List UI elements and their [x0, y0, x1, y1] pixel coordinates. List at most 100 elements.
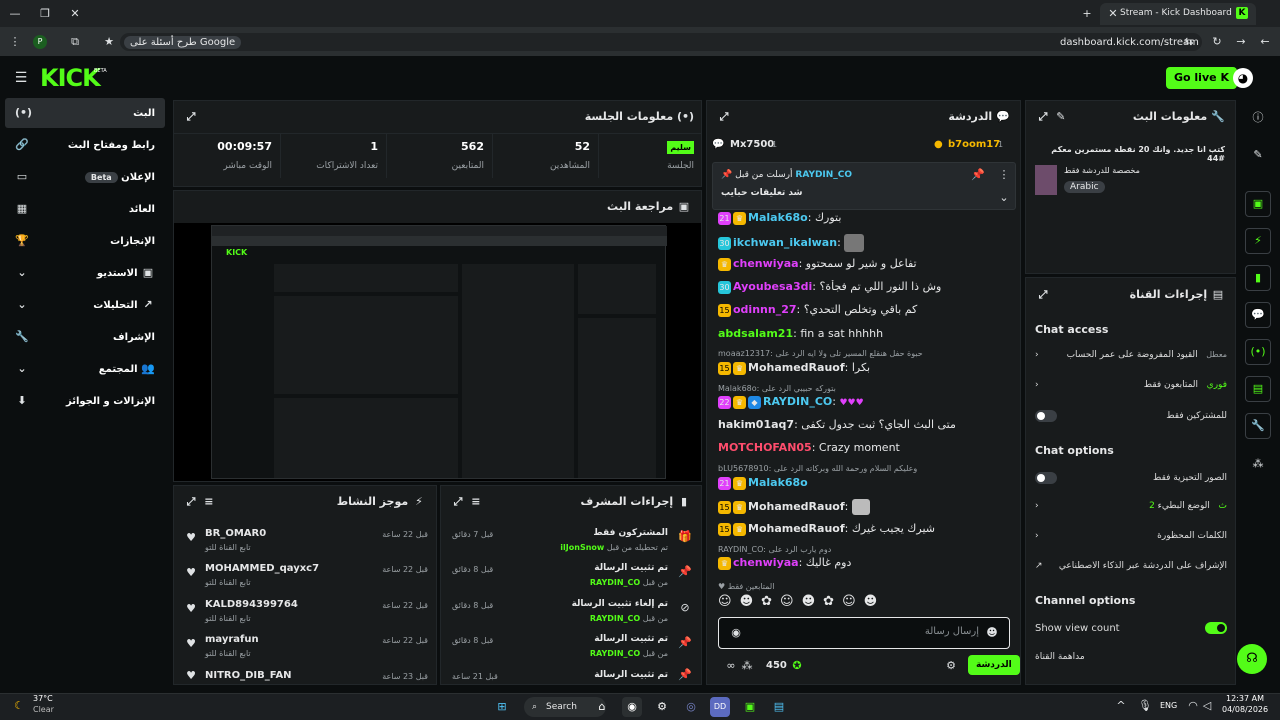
emote-icon[interactable]: ☺ [780, 594, 802, 609]
support-headset-icon[interactable]: ☊ [1237, 644, 1267, 674]
dots-icon[interactable]: ⁂ [740, 659, 754, 673]
sidebar-item-community[interactable]: ⌄ المجتمع 👥 [5, 354, 165, 384]
sidebar-item-stream-key[interactable]: 🔗 رابط ومفتاح البث [5, 130, 165, 160]
expand-icon[interactable]: ⤢ [184, 110, 198, 124]
rail-live-icon[interactable]: (•) [1245, 339, 1271, 365]
kick-app-icon[interactable]: ▣ [740, 697, 760, 717]
chat-message[interactable]: MOTCHOFAN05: Crazy moment [718, 441, 1013, 454]
sidebar-item-analytics[interactable]: ⌄ التحليلات ↗ [5, 290, 165, 320]
settings-gear-icon[interactable]: ⚙ [944, 659, 958, 673]
chat-message[interactable]: 15 ♛ MohamedRauof: شيرك يجيب غيرك [718, 522, 1013, 536]
emote-icon[interactable]: ☻ [740, 594, 762, 609]
emotes-only-row[interactable]: الصور التحيزية فقط [1035, 472, 1227, 484]
slow-mode-row[interactable]: › 2 ث الوضع البطيء [1035, 501, 1227, 511]
filter-icon[interactable]: ≡ [202, 495, 216, 509]
app-icon[interactable]: ▤ [769, 697, 789, 717]
clock-date[interactable]: 04/08/2026 [1222, 705, 1268, 714]
sidebar-item-achievements[interactable]: 🏆 الإنجازات [5, 226, 165, 256]
home-icon[interactable]: ⌂ [592, 697, 612, 717]
rail-chat-icon[interactable]: 💬 [1245, 302, 1271, 328]
extensions-icon[interactable]: ⧉ [68, 35, 82, 49]
discord-icon[interactable]: ◎ [681, 697, 701, 717]
filter-icon[interactable]: ≡ [469, 495, 483, 509]
sidebar-item-studio[interactable]: ⌄ الاستديو ▣ [5, 258, 165, 288]
chat-message[interactable]: 15 odinnn_27: كم باقي وتخلص التحدي؟ [718, 303, 1013, 317]
followers-only-row[interactable]: › فوري المتابعون فقط [1035, 380, 1227, 390]
chat-message[interactable]: 22 ♛ ◆ RAYDIN_CO: ♥♥♥ [718, 395, 1013, 409]
emote-icon[interactable]: ✿ [823, 594, 842, 609]
bookmark-star-icon[interactable]: ★ [102, 35, 116, 49]
expand-icon[interactable]: ⤢ [184, 495, 198, 509]
subscribers-only-row[interactable]: للمشتركين فقط [1035, 410, 1227, 422]
widgets-icon[interactable]: ⁂ [1251, 457, 1265, 471]
restore-icon[interactable]: ❐ [38, 7, 52, 21]
rail-preview-icon[interactable]: ▣ [1245, 191, 1271, 217]
rail-shield-icon[interactable]: ▮ [1245, 265, 1271, 291]
emote-bar[interactable]: ☺☻✿☺☻✿☺☻ [718, 594, 1010, 614]
subscribers-only-toggle[interactable] [1035, 410, 1057, 422]
emote-icon[interactable]: ☻ [802, 594, 824, 609]
emote-icon[interactable]: ☻ [864, 594, 886, 609]
more-options-icon[interactable]: ⋮ [997, 168, 1011, 182]
chat-message[interactable]: 21 ♛ Malak68o: بتورك [718, 211, 1013, 225]
address-bar[interactable] [120, 33, 1202, 51]
steam-icon[interactable]: ⚙ [652, 697, 672, 717]
hamburger-menu-icon[interactable]: ☰ [14, 71, 28, 85]
emote-picker-icon[interactable]: ◉ [729, 626, 743, 640]
new-tab-icon[interactable]: + [1080, 7, 1094, 21]
menu-dots-icon[interactable]: ⋮ [8, 35, 22, 49]
expand-icon[interactable]: ⤢ [1036, 110, 1050, 124]
google-search-chip[interactable]: طرح أسئلة على Google [124, 36, 242, 49]
forward-icon[interactable]: → [1234, 35, 1248, 49]
pinned-message[interactable]: ⋮ 📌 📌 أرسلت من قبل RAYDIN_CO شد تعليقات … [712, 162, 1016, 210]
emote-icon[interactable]: ✿ [761, 594, 780, 609]
expand-icon[interactable]: ⤢ [717, 110, 731, 124]
chat-input[interactable]: إرسال رسالة ☻ ◉ [718, 617, 1010, 649]
emotes-only-toggle[interactable] [1035, 472, 1057, 484]
chat-message[interactable]: 30 ikchwan_ikalwan: [718, 234, 1013, 252]
tab-close-icon[interactable]: ✕ [1106, 7, 1120, 21]
weather-temp[interactable]: 37°C [33, 694, 53, 703]
language-indicator[interactable]: ENG [1160, 701, 1177, 710]
chat-message[interactable]: ♛ chenwiyaa: تفاعل و شير لو سمحتوو [718, 257, 1013, 271]
dd-app-icon[interactable]: DD [710, 697, 730, 717]
url-text[interactable]: dashboard.kick.com/stream [1060, 37, 1199, 48]
emote-icon[interactable]: ☺ [842, 594, 864, 609]
sidebar-item-ads[interactable]: ▭ Beta الإعلان [5, 162, 165, 192]
site-settings-icon[interactable]: ⇆ [1182, 35, 1196, 49]
rail-lightning-icon[interactable]: ⚡ [1245, 228, 1271, 254]
clock-time[interactable]: 12:37 AM [1226, 694, 1264, 703]
microphone-icon[interactable]: 🎙 [1138, 699, 1152, 713]
wifi-icon[interactable]: ◠ [1186, 699, 1200, 713]
send-chat-button[interactable]: الدردشة [968, 655, 1020, 675]
ai-moderation-row[interactable]: ↗ الإشراف على الدردشة عبر الذكاء الاصطناع… [1035, 561, 1227, 571]
expand-icon[interactable]: ⤢ [1036, 288, 1050, 302]
edit-pencil-icon[interactable]: ✎ [1054, 110, 1068, 124]
raid-channel-row[interactable]: مداهمة القناة [1035, 652, 1227, 662]
weather-desc[interactable]: Clear [33, 705, 54, 714]
sidebar-item-drops[interactable]: ⬇ الإنزالات و الجوائز [5, 386, 165, 416]
show-view-count-toggle[interactable] [1205, 622, 1227, 634]
chat-message[interactable]: hakim01aq7: متى البث الجاي؟ ثبت جدول تكف… [718, 418, 1013, 431]
user-avatar[interactable]: ◕ [1233, 68, 1253, 88]
account-age-row[interactable]: › معطل القيود المفروضة على عمر الحساب [1035, 350, 1227, 360]
go-live-button[interactable]: Go live K [1166, 67, 1237, 89]
info-icon[interactable]: ⓘ [1251, 111, 1265, 125]
emote-icon[interactable]: ☺ [718, 594, 740, 609]
pin-icon[interactable]: 📌 [971, 168, 985, 182]
kick-logo[interactable]: KICK [40, 64, 101, 92]
close-icon[interactable]: ✕ [68, 7, 82, 21]
stream-video[interactable]: KICK [174, 223, 701, 481]
rail-wrench-icon[interactable]: 🔧 [1245, 413, 1271, 439]
sidebar-item-stream[interactable]: (•) البث [5, 98, 165, 128]
volume-icon[interactable]: ◁ [1200, 699, 1214, 713]
minimize-icon[interactable]: — [8, 7, 22, 21]
sidebar-item-moderation[interactable]: 🔧 الإشراف [5, 322, 165, 352]
chrome-icon[interactable]: ◉ [622, 697, 642, 717]
profile-avatar[interactable]: P [33, 35, 47, 49]
chat-message[interactable]: abdsalam21: fin a sat hhhhh [718, 327, 1013, 340]
show-view-count-row[interactable]: Show view count [1035, 622, 1227, 634]
expand-icon[interactable]: ⤢ [451, 495, 465, 509]
sidebar-item-revenue[interactable]: ▦ العائد [5, 194, 165, 224]
tray-chevron-up-icon[interactable]: ^ [1114, 699, 1128, 713]
